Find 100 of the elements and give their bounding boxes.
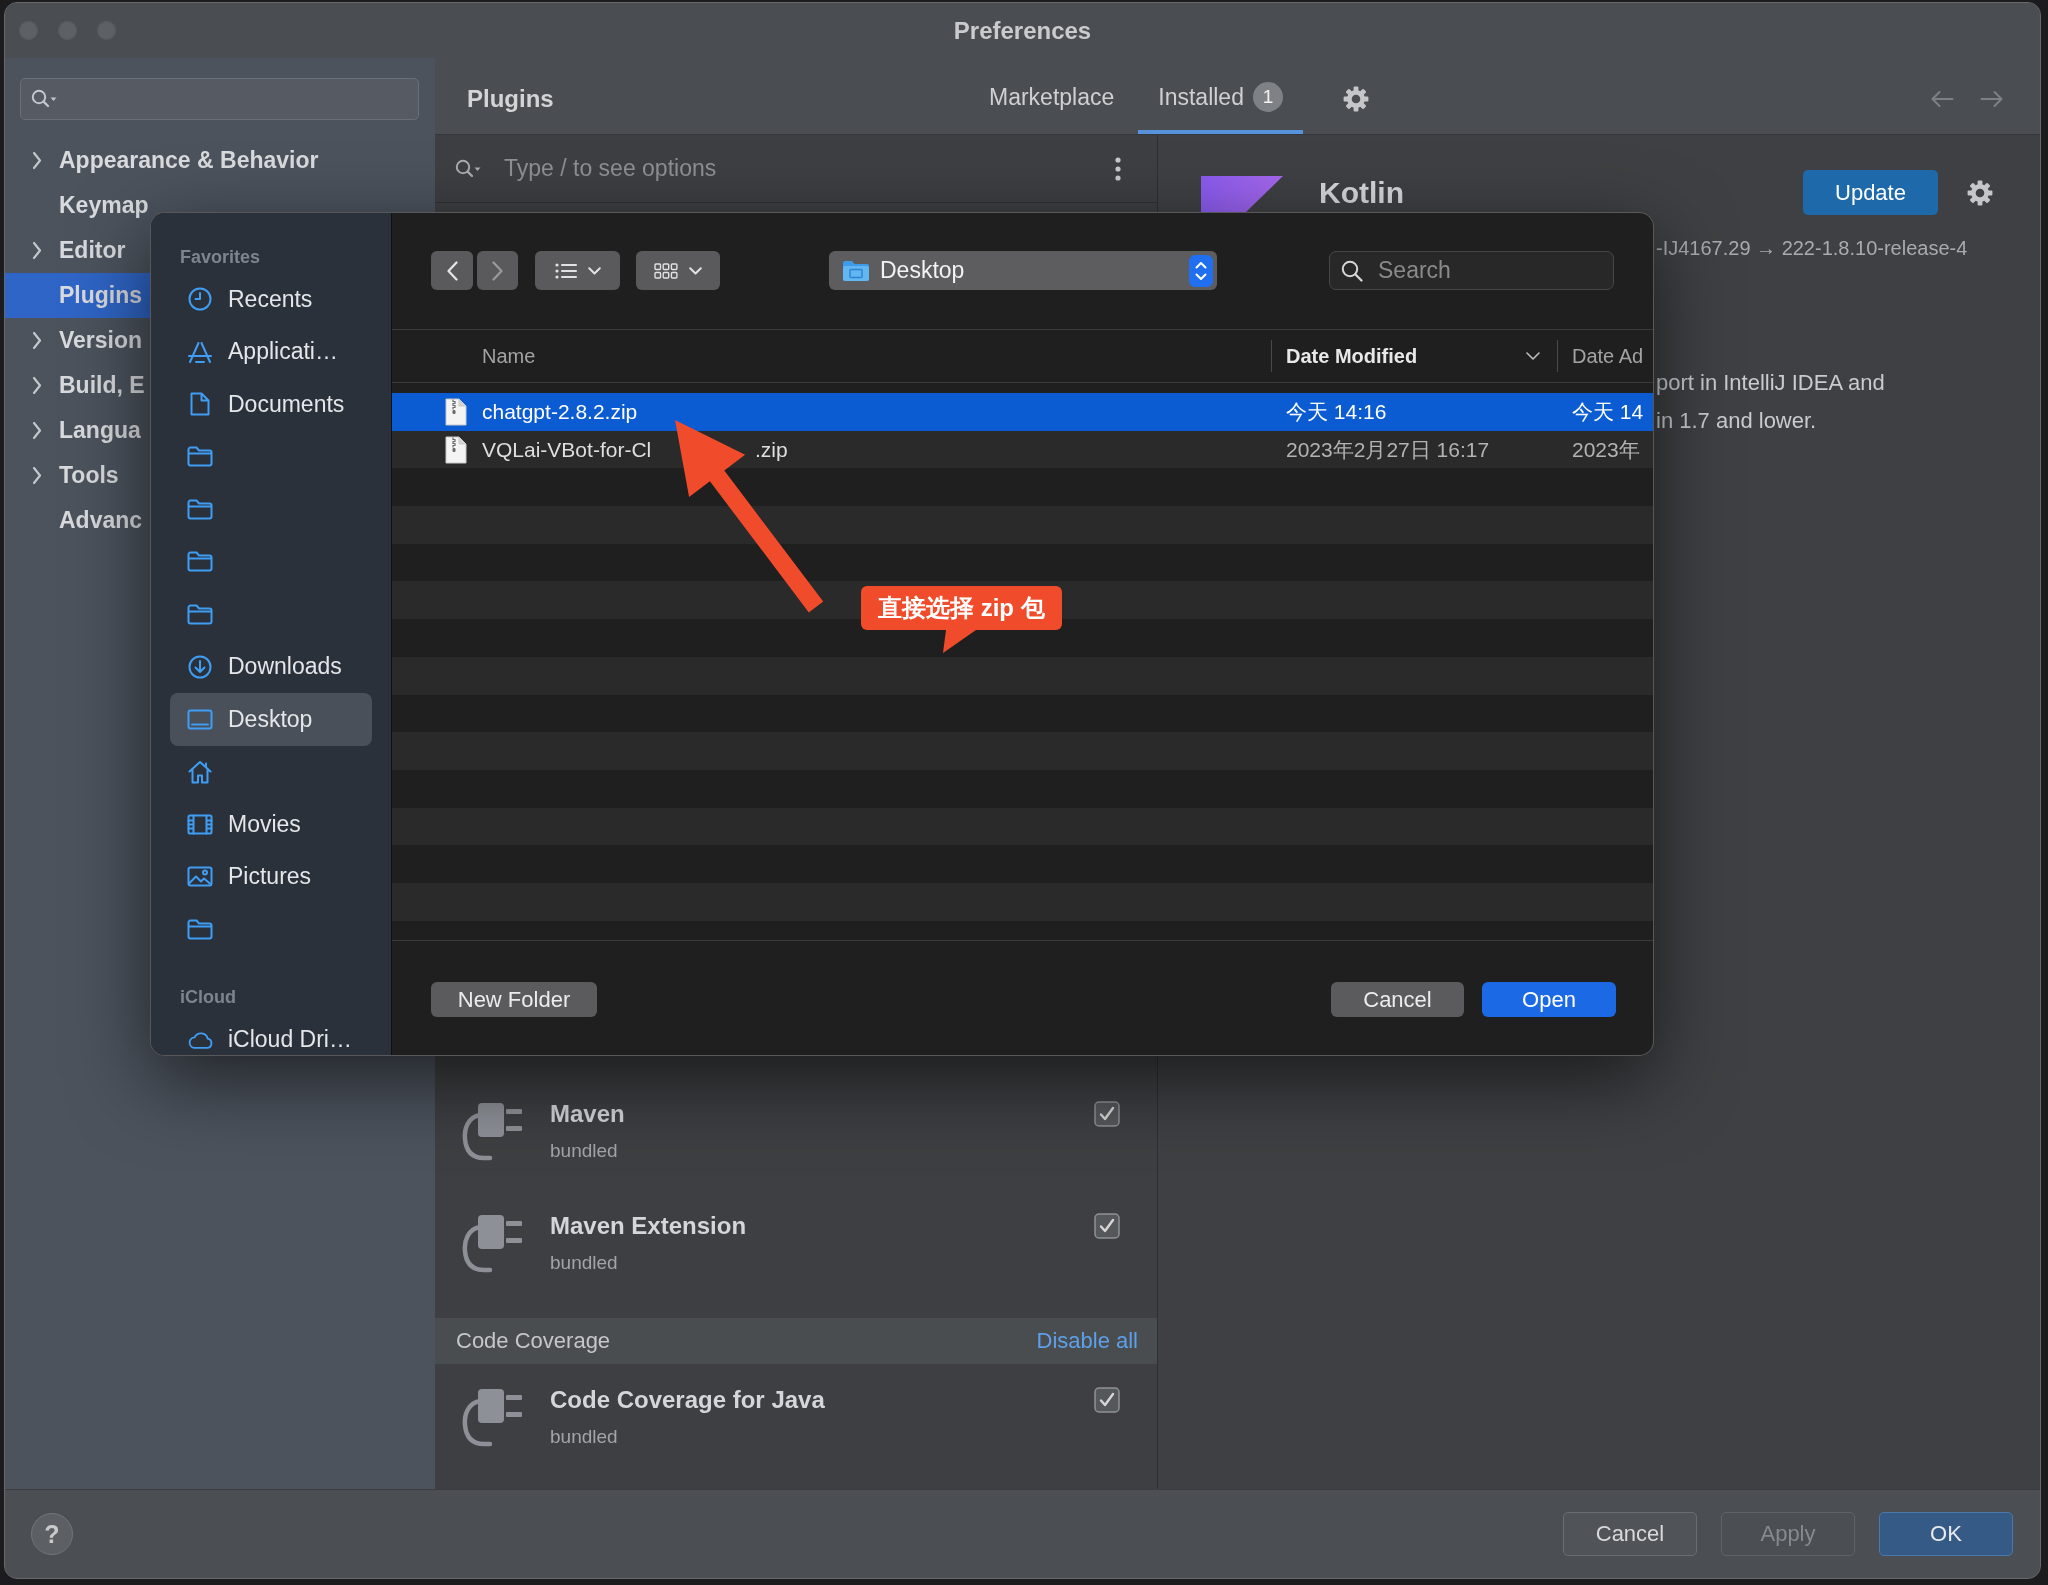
- plugin-icon: [460, 1387, 524, 1448]
- grid-icon: [654, 262, 678, 279]
- plugin-note: bundled: [550, 1426, 618, 1448]
- date-modified: 今天 14:16: [1286, 399, 1387, 423]
- list-view-button[interactable]: [535, 251, 620, 290]
- plugin-icon: [460, 1101, 524, 1162]
- plugin-icon: [460, 1213, 524, 1274]
- column-header[interactable]: Date Ad: [1557, 340, 1653, 372]
- count-badge: 1: [1252, 82, 1283, 112]
- sidebar-item[interactable]: Appearance & Behavior: [5, 138, 319, 183]
- list-icon: [554, 262, 577, 279]
- plugin-name[interactable]: Code Coverage for Java: [550, 1386, 825, 1414]
- chevron-icon: [32, 151, 42, 170]
- date-added: 今天 14: [1572, 399, 1644, 423]
- file-name: .zip: [755, 437, 788, 462]
- sidebar-item[interactable]: Pictures: [170, 850, 372, 903]
- folder-icon: [187, 918, 213, 940]
- grid-view-button[interactable]: [636, 251, 720, 290]
- file-name: chatgpt-2.8.2.zip: [482, 399, 638, 423]
- dialog-button[interactable]: Cancel: [1563, 1512, 1697, 1556]
- stepper-icon: [1189, 254, 1213, 287]
- folder-icon: [187, 551, 213, 573]
- sidebar-item[interactable]: Desktop: [170, 693, 372, 746]
- sidebar-item[interactable]: iCloud Dri…: [170, 1013, 372, 1055]
- sidebar-item[interactable]: Keymap: [5, 183, 151, 228]
- plugin-note: bundled: [550, 1140, 618, 1162]
- file-icon: [445, 397, 467, 426]
- file-icon: [445, 435, 467, 464]
- chevron-left-icon: [446, 260, 458, 281]
- annotation-callout: 直接选择 zip 包: [861, 586, 1062, 653]
- sidebar-item[interactable]: Advanc: [5, 498, 151, 543]
- disable-all-link[interactable]: Disable all: [1036, 1328, 1138, 1354]
- checkbox[interactable]: [1094, 1213, 1120, 1239]
- checkbox[interactable]: [1094, 1387, 1120, 1413]
- column-header[interactable]: Date Modified: [1271, 340, 1557, 372]
- sidebar-item[interactable]: Langua: [5, 408, 151, 453]
- tab[interactable]: Marketplace: [969, 64, 1135, 134]
- folder-icon: [187, 446, 213, 468]
- column-header[interactable]: Name: [392, 340, 1271, 372]
- date-modified: 2023年2月27日 16:17: [1286, 437, 1490, 461]
- dialog-button[interactable]: Cancel: [1331, 982, 1464, 1017]
- settings-icon[interactable]: [1342, 86, 1369, 112]
- picture-icon: [187, 866, 213, 888]
- section-heading: iCloud: [180, 986, 236, 1009]
- forward-arrow-icon[interactable]: [1980, 90, 2004, 108]
- section-title: Plugins: [467, 85, 554, 113]
- description-text: in 1.7 and lower.: [1656, 407, 1817, 435]
- search-field[interactable]: [20, 78, 419, 120]
- sidebar-item[interactable]: Movies: [170, 798, 372, 851]
- chevron-right-icon: [492, 260, 503, 281]
- section-heading: Favorites: [180, 245, 261, 269]
- plugin-note: bundled: [550, 1252, 618, 1274]
- callout-pointer: [943, 630, 977, 653]
- back-arrow-icon[interactable]: [1930, 90, 1954, 108]
- document-icon: [190, 392, 210, 417]
- sidebar-item[interactable]: Tools: [5, 453, 151, 498]
- file-row[interactable]: VQLai-VBot-for-Cl .zip 2023年2月27日 16:17 2023年: [392, 430, 1653, 469]
- folder-icon: [187, 603, 213, 625]
- dialog-button[interactable]: Open: [1482, 982, 1616, 1017]
- sidebar-item[interactable]: Version: [5, 318, 151, 363]
- home-icon: [188, 759, 212, 784]
- chevron-icon: [32, 241, 42, 260]
- sidebar-item[interactable]: Downloads: [170, 640, 372, 693]
- update-button[interactable]: Update: [1803, 170, 1938, 215]
- search-icon[interactable]: [31, 89, 57, 109]
- search-icon[interactable]: [455, 158, 481, 179]
- back-button[interactable]: [431, 251, 473, 290]
- chevron-icon: [32, 331, 42, 350]
- settings-icon[interactable]: [1967, 179, 1993, 206]
- sidebar-item[interactable]: Applicati…: [170, 325, 372, 378]
- checkbox[interactable]: [1094, 1101, 1120, 1127]
- location-popup[interactable]: Desktop: [829, 251, 1217, 290]
- plugin-name[interactable]: Maven: [550, 1100, 625, 1128]
- help-button[interactable]: ?: [31, 1513, 73, 1555]
- sidebar-item[interactable]: Documents: [170, 378, 372, 431]
- sidebar-item[interactable]: Recents: [170, 273, 372, 326]
- sidebar-item[interactable]: Build, E: [5, 363, 151, 408]
- desktop-icon: [187, 708, 213, 730]
- chevron-icon: [32, 466, 42, 485]
- window-title: Preferences: [953, 16, 1092, 45]
- file-row[interactable]: chatgpt-2.8.2.zip 今天 14:16 今天 14: [392, 393, 1653, 431]
- version-text: -IJ4167.29 → 222-1.8.10-release-4: [1656, 236, 1968, 260]
- file-name: VQLai-VBot-for-Cl: [482, 437, 652, 461]
- chevron-icon: [32, 421, 42, 440]
- more-options-icon[interactable]: [1115, 156, 1121, 181]
- folder-icon: [187, 498, 213, 520]
- download-icon: [188, 654, 212, 679]
- sidebar-item[interactable]: Editor: [5, 228, 151, 273]
- cloud-icon: [187, 1029, 213, 1050]
- dialog-button[interactable]: OK: [1879, 1512, 2013, 1556]
- film-icon: [187, 813, 213, 835]
- search-field[interactable]: Search: [1329, 251, 1614, 290]
- plugin-name[interactable]: Maven Extension: [550, 1212, 747, 1240]
- sidebar-item[interactable]: Plugins: [5, 273, 151, 318]
- new-folder-button[interactable]: New Folder: [431, 982, 597, 1017]
- applications-icon: [187, 339, 213, 364]
- plugin-title: Kotlin: [1319, 175, 1404, 210]
- caret-icon: [587, 266, 601, 275]
- clock-icon: [188, 287, 212, 312]
- search-field[interactable]: Type / to see options: [504, 146, 1101, 191]
